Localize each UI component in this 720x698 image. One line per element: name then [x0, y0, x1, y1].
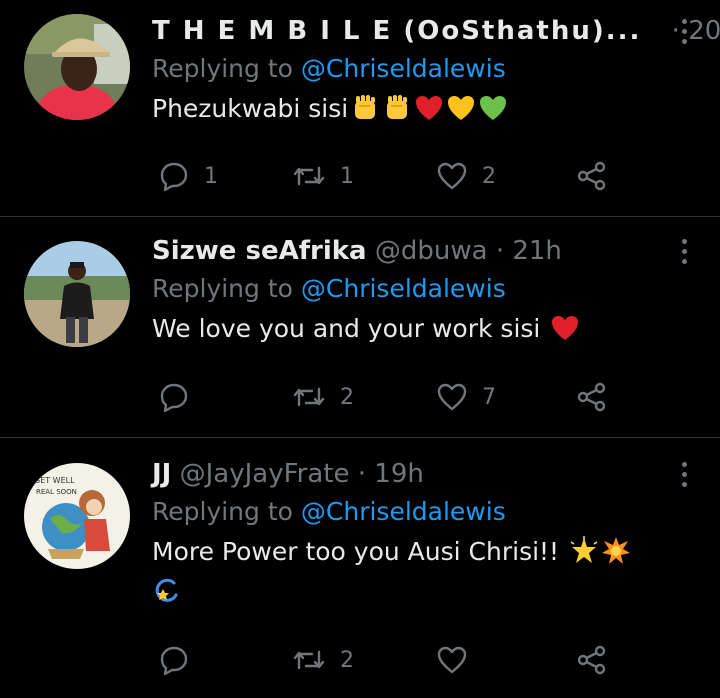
timestamp[interactable]: 21h	[512, 236, 562, 266]
retweet-button[interactable]: 2	[292, 377, 354, 417]
tweet-text-content: More Power too you Ausi Chrisi!!	[152, 537, 560, 566]
red-heart-icon	[416, 96, 443, 120]
red-heart-icon	[552, 316, 579, 340]
reply-button[interactable]: 1	[158, 156, 218, 196]
yellow-heart-icon	[448, 96, 475, 120]
avatar-text: GET WELL	[34, 476, 75, 485]
retweet-button[interactable]: 2	[292, 640, 354, 680]
tweet-text: Phezukwabi sisi	[152, 88, 690, 130]
tweet-text: We love you and your work sisi	[152, 308, 690, 350]
heart-icon	[437, 383, 467, 411]
more-options-icon[interactable]	[674, 457, 694, 489]
tweet-header: JJ @JayJayFrate · 19h	[152, 455, 690, 493]
raised-fist-icon	[355, 95, 376, 119]
separator-dot: ·	[357, 459, 367, 489]
reply-count: 1	[204, 163, 218, 189]
replying-to: Replying to @Chriseldalewis	[152, 493, 690, 531]
more-options-icon[interactable]	[674, 14, 694, 46]
retweet-count: 1	[340, 163, 354, 189]
retweet-icon	[293, 166, 325, 186]
reply-button[interactable]	[158, 640, 190, 680]
more-options-icon[interactable]	[674, 234, 694, 266]
tweet-text-line2	[152, 573, 690, 609]
like-button[interactable]: 7	[436, 377, 496, 417]
reply-button[interactable]	[158, 377, 190, 417]
share-button[interactable]	[576, 156, 608, 196]
action-bar: 1 1 2	[152, 156, 622, 196]
dizzy-icon	[155, 578, 178, 602]
retweet-count: 2	[340, 647, 354, 673]
heart-icon	[437, 646, 467, 674]
like-count: 7	[482, 384, 496, 410]
reply-icon	[160, 162, 188, 192]
glowing-star-icon	[570, 536, 598, 563]
replying-to: Replying to @Chriseldalewis	[152, 50, 690, 88]
mention-link[interactable]: @Chriseldalewis	[301, 274, 506, 303]
reply-tweet[interactable]: Sizwe seAfrika @dbuwa · 21h Replying to …	[0, 217, 720, 438]
user-handle[interactable]: @JayJayFrate	[180, 459, 350, 489]
tweet-text-content: We love you and your work sisi	[152, 314, 541, 343]
tweet-text: More Power too you Ausi Chrisi!!	[152, 531, 690, 573]
retweet-icon	[293, 650, 325, 670]
display-name[interactable]: Sizwe seAfrika	[152, 236, 367, 266]
avatar[interactable]	[24, 14, 130, 120]
replying-to-label: Replying to	[152, 54, 293, 83]
collision-icon	[602, 537, 631, 564]
reply-icon	[160, 383, 188, 413]
tweet-header: T H E M B I L E (OoSthathu)... · 20h	[152, 12, 720, 50]
reply-tweet[interactable]: T H E M B I L E (OoSthathu)... · 20h Rep…	[0, 0, 720, 217]
tweet-text-content: Phezukwabi sisi	[152, 94, 349, 123]
action-bar: 2	[152, 640, 622, 680]
avatar-text: REAL SOON	[36, 488, 77, 496]
replying-to-label: Replying to	[152, 274, 293, 303]
like-count: 2	[482, 163, 496, 189]
reply-icon	[160, 646, 188, 676]
heart-icon	[437, 162, 467, 190]
replying-to: Replying to @Chriseldalewis	[152, 270, 690, 308]
display-name[interactable]: JJ	[152, 459, 171, 489]
raised-fist-icon	[387, 95, 408, 119]
share-button[interactable]	[576, 640, 608, 680]
display-name[interactable]: T H E M B I L E (OoSthathu)...	[152, 16, 641, 46]
replying-to-label: Replying to	[152, 497, 293, 526]
retweet-button[interactable]: 1	[292, 156, 354, 196]
share-button[interactable]	[576, 377, 608, 417]
action-bar: 2 7	[152, 377, 622, 417]
retweet-icon	[293, 387, 325, 407]
retweet-count: 2	[340, 384, 354, 410]
share-icon	[577, 645, 606, 675]
green-heart-icon	[480, 96, 507, 120]
separator-dot: ·	[495, 236, 505, 266]
mention-link[interactable]: @Chriseldalewis	[301, 54, 506, 83]
timestamp[interactable]: 19h	[374, 459, 424, 489]
tweet-header: Sizwe seAfrika @dbuwa · 21h	[152, 232, 690, 270]
mention-link[interactable]: @Chriseldalewis	[301, 497, 506, 526]
reply-tweet[interactable]: GET WELL REAL SOON JJ @JayJayFrate · 19h…	[0, 438, 720, 698]
user-handle[interactable]: @dbuwa	[375, 236, 488, 266]
share-icon	[577, 382, 606, 412]
avatar[interactable]	[24, 241, 130, 347]
avatar[interactable]: GET WELL REAL SOON	[24, 463, 130, 569]
share-icon	[577, 161, 606, 191]
like-button[interactable]	[436, 640, 468, 680]
like-button[interactable]: 2	[436, 156, 496, 196]
